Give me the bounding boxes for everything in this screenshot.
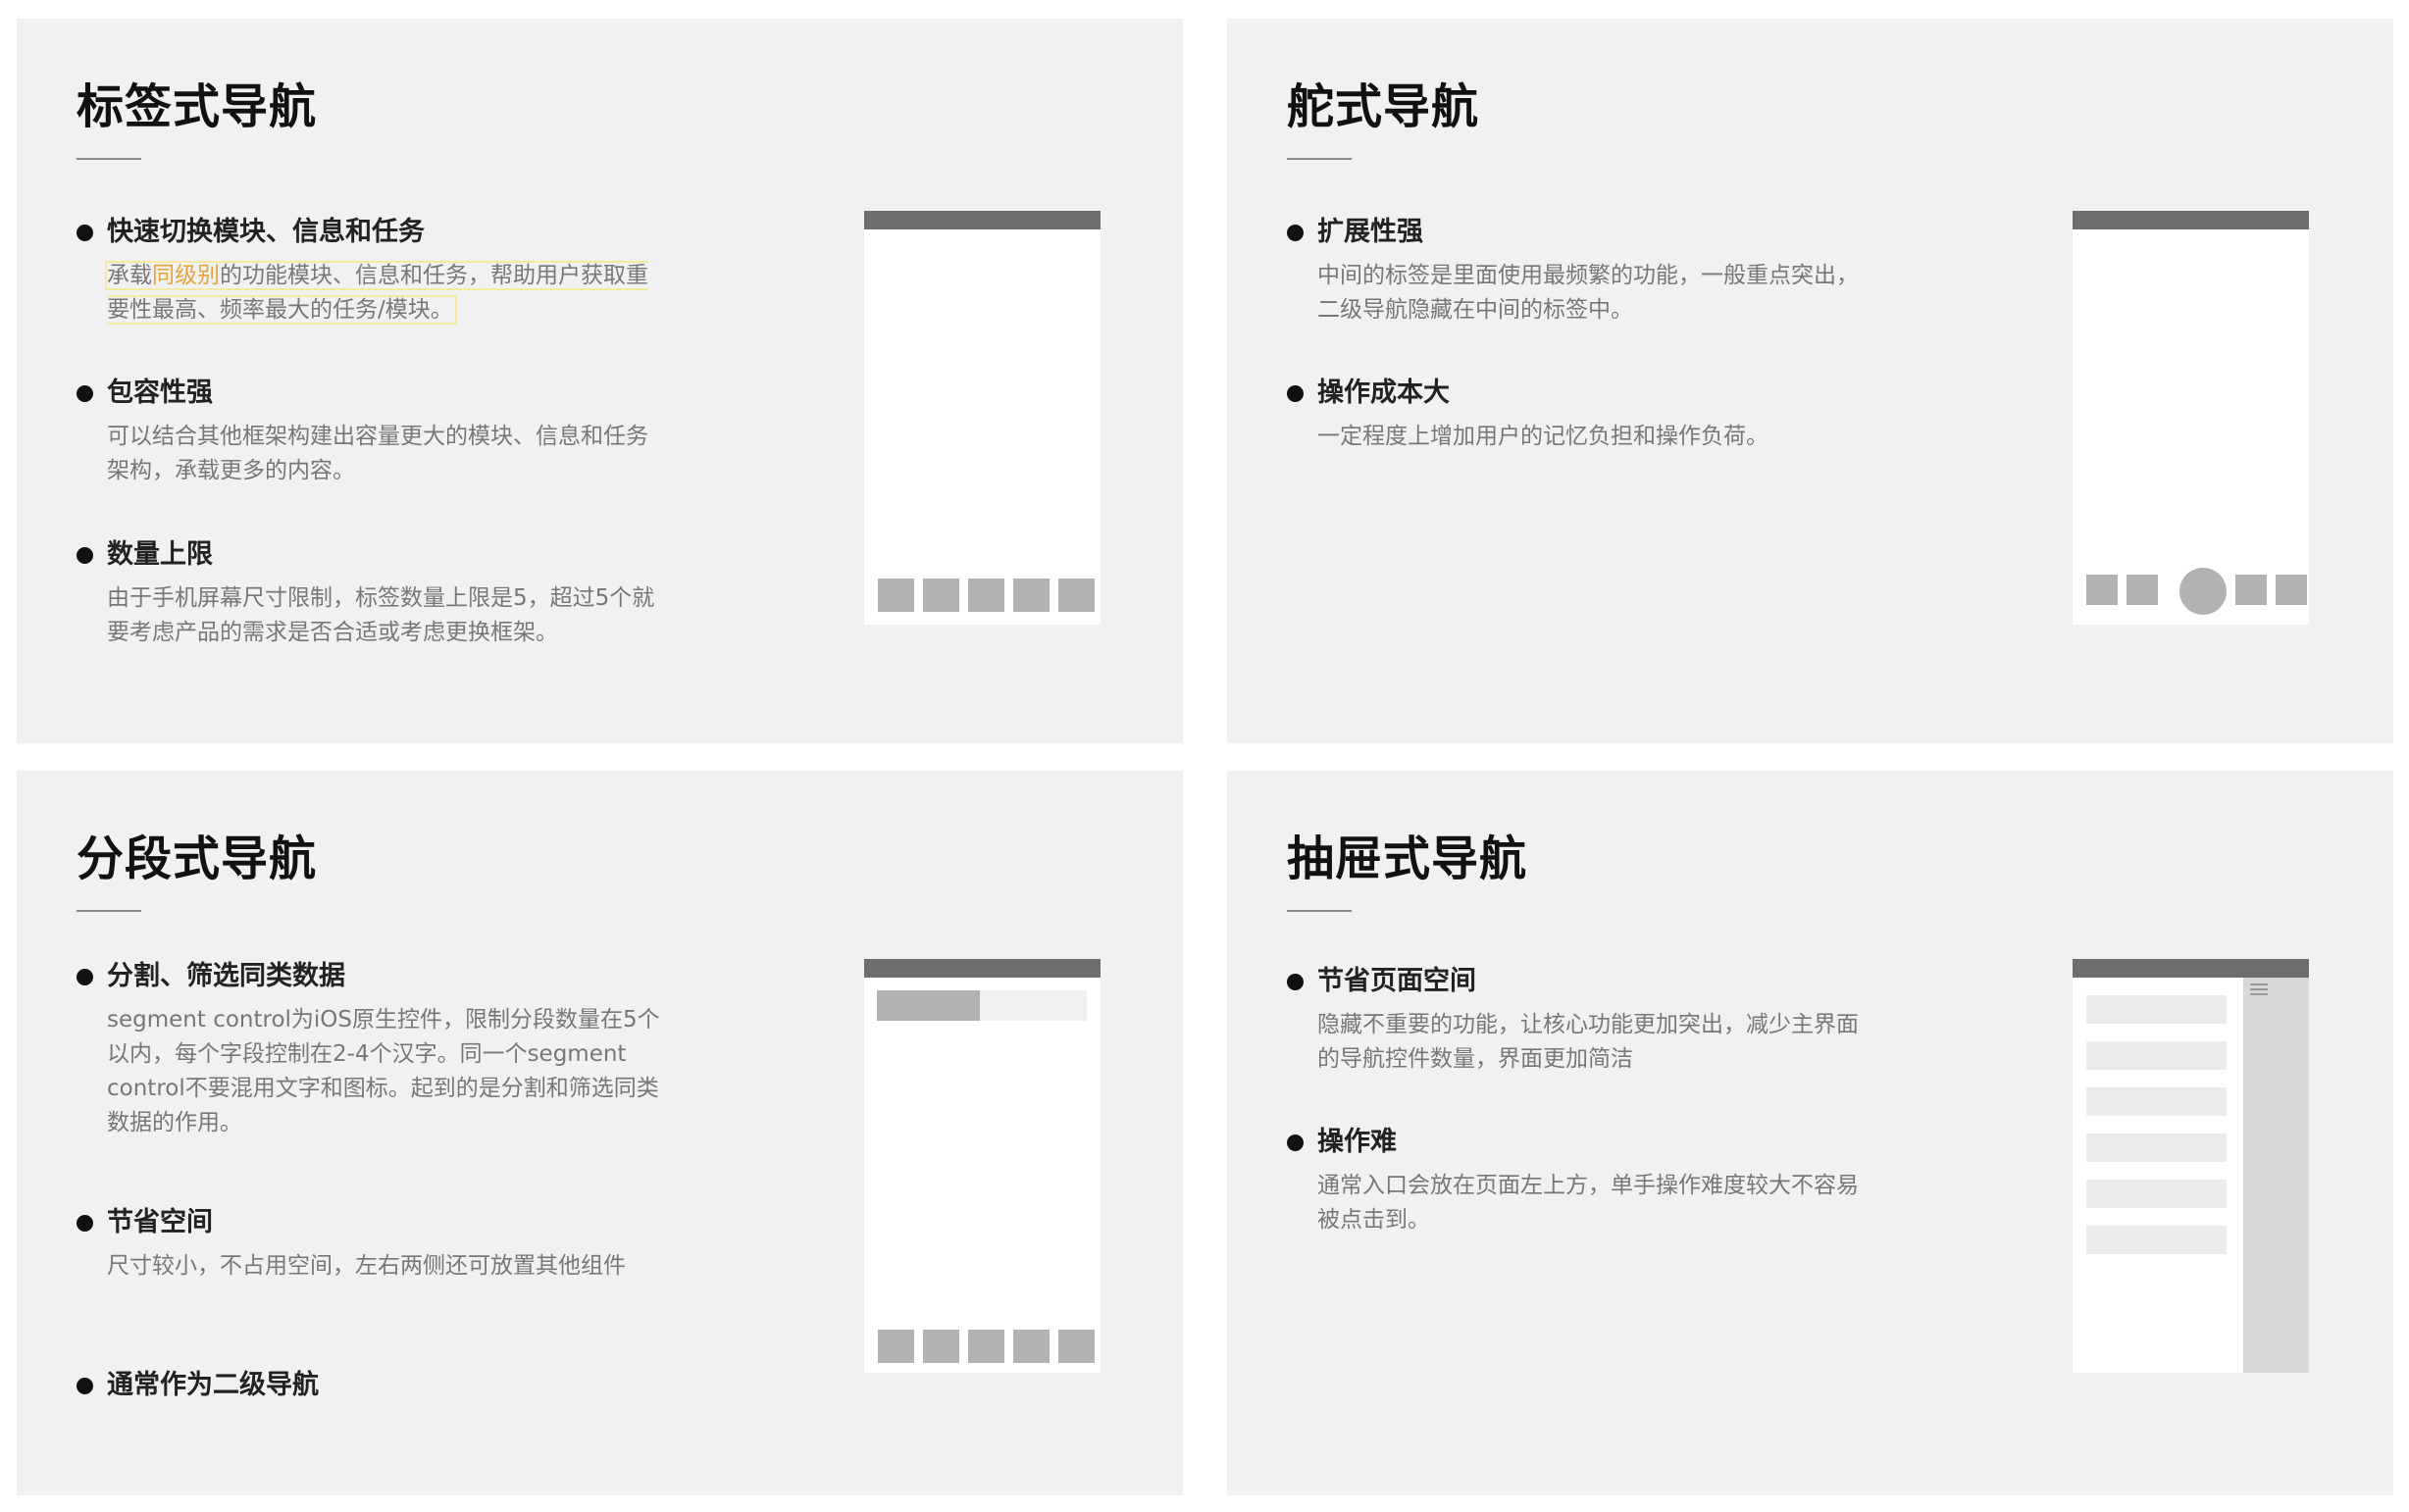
bullet-dot	[1287, 385, 1304, 402]
mock-tab	[2086, 575, 2118, 605]
phone-mockup-rudder-bar	[2073, 211, 2309, 625]
bullet-dot	[77, 1378, 93, 1394]
bullet-description: 一定程度上增加用户的记忆负担和操作负荷。	[1317, 424, 1768, 449]
bullet-description: 可以结合其他框架构建出容量更大的模块、信息和任务架构，承载更多的内容。	[107, 424, 648, 483]
phone-mockup-segmented	[864, 959, 1101, 1373]
bullet-description: 由于手机屏幕尺寸限制，标签数量上限是5，超过5个就要考虑产品的需求是否合适或考虑…	[107, 585, 655, 645]
title-underline	[1287, 158, 1352, 160]
mock-tab	[2127, 575, 2158, 605]
highlight-box: 承载同级别的功能模块、信息和任务，帮助用户获取重要性最高、频率最大的任务/模块。	[105, 261, 648, 325]
bullet-heading: 分割、筛选同类数据	[107, 961, 345, 991]
mock-tab	[1058, 579, 1095, 612]
panel-tab-navigation: 标签式导航 快速切换模块、信息和任务 承载同级别的功能模块、信息和任务，帮助用户…	[17, 19, 1183, 743]
panel-title: 舵式导航	[1287, 79, 1480, 134]
mock-tab	[923, 579, 959, 612]
bullet-description: 中间的标签是里面使用最频繁的功能，一般重点突出，二级导航隐藏在中间的标签中。	[1317, 263, 1859, 323]
bullet-heading: 操作成本大	[1317, 378, 1450, 408]
panel-title: 标签式导航	[77, 79, 318, 134]
panel-segmented-navigation: 分段式导航 分割、筛选同类数据 segment control为iOS原生控件，…	[17, 771, 1183, 1495]
bullet-dot	[77, 547, 93, 564]
title-underline	[77, 158, 141, 160]
bullet-heading: 数量上限	[107, 539, 213, 570]
panel-rudder-navigation: 舵式导航 扩展性强 中间的标签是里面使用最频繁的功能，一般重点突出，二级导航隐藏…	[1227, 19, 2393, 743]
title-underline	[77, 910, 141, 912]
bullet-dot	[77, 969, 93, 985]
mock-tab	[878, 1330, 914, 1363]
phone-mockup-drawer	[2073, 959, 2309, 1373]
mock-tab	[1013, 1330, 1050, 1363]
bullet-heading: 包容性强	[107, 378, 213, 408]
bullet-description: 隐藏不重要的功能，让核心功能更加突出，减少主界面的导航控件数量，界面更加简洁	[1317, 1012, 1859, 1072]
mock-status-bar	[864, 959, 1101, 978]
mock-content-row	[2086, 1226, 2227, 1254]
mock-tab	[923, 1330, 959, 1363]
bullet-heading: 通常作为二级导航	[107, 1370, 319, 1400]
bullet-dot	[77, 385, 93, 402]
mock-content-row	[2086, 1134, 2227, 1162]
bullet-heading: 节省页面空间	[1317, 966, 1476, 996]
bullet-heading: 扩展性强	[1317, 217, 1423, 247]
mock-content-row	[2086, 1041, 2227, 1070]
mock-tab	[2235, 575, 2267, 605]
bullet-description: segment control为iOS原生控件，限制分段数量在5个以内，每个字段…	[107, 1007, 660, 1135]
bullet-description: 通常入口会放在页面左上方，单手操作难度较大不容易被点击到。	[1317, 1173, 1859, 1233]
mock-tab-bar	[878, 579, 1095, 612]
bullet-heading: 快速切换模块、信息和任务	[107, 217, 425, 247]
highlight-text: 同级别	[152, 263, 220, 288]
mock-tab-bar	[878, 1330, 1095, 1363]
bullet-dot	[77, 225, 93, 241]
bullet-dot	[1287, 1134, 1304, 1151]
panel-title: 分段式导航	[77, 832, 318, 886]
mock-content-row	[2086, 1087, 2227, 1116]
bullet-heading: 操作难	[1317, 1127, 1397, 1157]
mock-tab	[878, 579, 914, 612]
bullet-description: 承载同级别的功能模块、信息和任务，帮助用户获取重要性最高、频率最大的任务/模块。	[105, 259, 668, 328]
mock-tab	[2276, 575, 2307, 605]
phone-mockup-tab-bar	[864, 211, 1101, 625]
mock-tab	[1058, 1330, 1095, 1363]
panel-drawer-navigation: 抽屉式导航 节省页面空间 隐藏不重要的功能，让核心功能更加突出，减少主界面的导航…	[1227, 771, 2393, 1495]
mock-tab	[968, 1330, 1004, 1363]
mock-center-tab	[2179, 568, 2227, 615]
mock-rudder-bar	[2086, 566, 2307, 615]
mock-segment-selected	[877, 990, 980, 1021]
mock-content-row	[2086, 1180, 2227, 1208]
mock-status-bar	[2073, 211, 2309, 229]
mock-tab	[1013, 579, 1050, 612]
mock-content-row	[2086, 995, 2227, 1024]
bullet-dot	[1287, 225, 1304, 241]
desc-pre: 承载	[107, 263, 152, 288]
bullet-description: 尺寸较小，不占用空间，左右两侧还可放置其他组件	[107, 1253, 626, 1279]
bullet-dot	[77, 1215, 93, 1232]
mock-status-bar	[864, 211, 1101, 229]
mock-segment-control	[877, 990, 1087, 1021]
title-underline	[1287, 910, 1352, 912]
mock-drawer-panel	[2243, 978, 2309, 1373]
bullet-dot	[1287, 974, 1304, 990]
panel-title: 抽屉式导航	[1287, 832, 1528, 886]
mock-status-bar	[2073, 959, 2309, 978]
bullet-heading: 节省空间	[107, 1207, 213, 1237]
mock-tab	[968, 579, 1004, 612]
list-icon	[2250, 983, 2268, 995]
